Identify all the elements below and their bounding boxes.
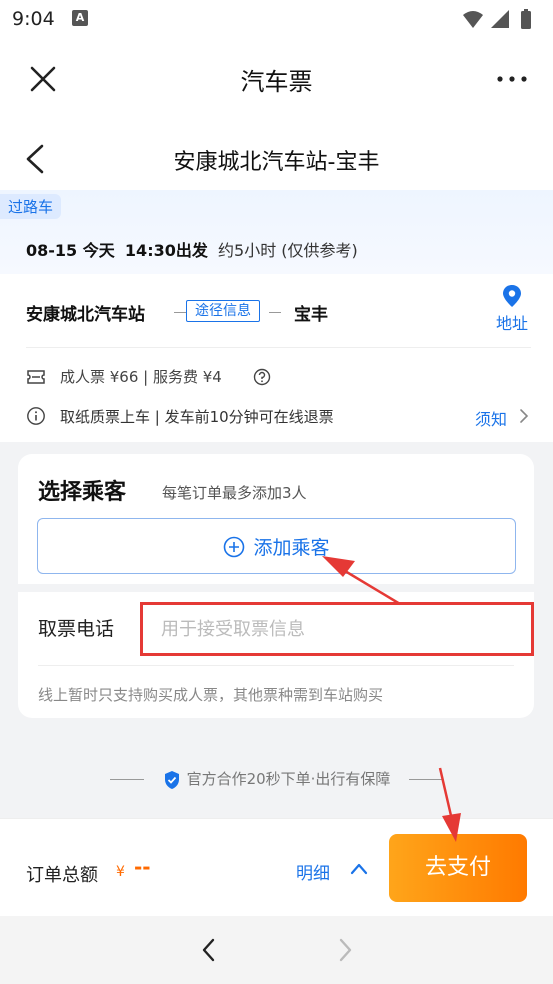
trip-info-card: 过路车 08-15 今天 14:30出发 约5小时 (仅供参考) 安康城北汽车站…: [0, 190, 553, 442]
order-detail-link[interactable]: 明细: [296, 859, 330, 884]
pay-button[interactable]: 去支付: [389, 834, 527, 902]
adult-ticket-footnote: 线上暂时只支持购买成人票，其他票种需到车站购买: [38, 686, 384, 704]
app-header: 汽车票: [0, 40, 553, 118]
passenger-card: 选择乘客 每笔订单最多添加3人 添加乘客 取票电话 线上暂时只支持购买成人票，其…: [18, 454, 534, 718]
trip-duration: 约5小时 (仅供参考): [218, 241, 358, 260]
status-bar: 9:04 A: [0, 0, 553, 40]
price-row: 成人票 ¥66 | 服务费 ¥4: [26, 366, 531, 390]
order-total-value: --: [134, 855, 151, 879]
currency-symbol: ¥: [116, 864, 125, 880]
address-button[interactable]: 地址: [493, 284, 531, 334]
departure-line: 08-15 今天 14:30出发 约5小时 (仅供参考): [26, 237, 358, 261]
ticket-icon: [27, 370, 45, 384]
route-info-button[interactable]: 途径信息: [186, 300, 260, 322]
phone-label: 取票电话: [38, 618, 115, 640]
guarantee-text: 官方合作20秒下单·出行有保障: [186, 770, 391, 788]
guarantee-left-rule: [109, 779, 144, 780]
phone-input[interactable]: [143, 605, 531, 653]
nav-back-icon[interactable]: [196, 936, 222, 964]
notice-link[interactable]: 须知: [475, 406, 507, 430]
select-passenger-title: 选择乘客: [38, 480, 127, 505]
info-icon: [27, 407, 45, 425]
more-options-icon[interactable]: [495, 62, 529, 96]
origin-station: 安康城北汽车站: [26, 305, 145, 325]
notice-text: 取纸质票上车 | 发车前10分钟可在线退票: [60, 408, 334, 426]
plus-circle-icon: [224, 536, 245, 557]
status-time: 9:04: [12, 8, 55, 30]
order-bar: 订单总额 ¥ -- 明细 去支付: [0, 818, 553, 916]
shield-check-icon: [164, 770, 179, 789]
guarantee-line: 官方合作20秒下单·出行有保障: [0, 768, 553, 792]
route-connector: [269, 312, 281, 313]
route-connector: [174, 312, 186, 313]
route-header: 安康城北汽车站-宝丰: [0, 118, 553, 196]
phone-input-highlight: [140, 602, 534, 656]
station-row: 安康城北汽车站 途径信息 宝丰 地址: [26, 285, 531, 348]
nav-forward-icon[interactable]: [332, 936, 358, 964]
notification-icon: A: [72, 10, 88, 26]
field-separator: [38, 665, 514, 666]
guarantee-right-rule: [409, 779, 444, 780]
trip-time-band: 过路车 08-15 今天 14:30出发 约5小时 (仅供参考): [0, 190, 553, 274]
section-divider: [18, 584, 534, 592]
system-nav-bar: [0, 916, 553, 984]
app-title: 汽车票: [240, 68, 313, 96]
destination-station: 宝丰: [294, 305, 328, 325]
location-pin-icon: [503, 285, 521, 307]
add-passenger-button[interactable]: 添加乘客: [37, 518, 516, 574]
add-passenger-label: 添加乘客: [253, 537, 330, 559]
notice-row[interactable]: 取纸质票上车 | 发车前10分钟可在线退票 须知: [26, 404, 531, 430]
order-total-label: 订单总额: [26, 865, 98, 886]
chevron-up-icon[interactable]: [348, 859, 370, 879]
route-title: 安康城北汽车站-宝丰: [173, 150, 380, 175]
passing-bus-tag: 过路车: [0, 194, 62, 219]
chevron-right-icon: [520, 409, 529, 423]
signal-wifi-battery-icons: [463, 9, 531, 29]
departure-time: 14:30出发: [124, 241, 208, 260]
help-circle-icon[interactable]: [253, 368, 271, 386]
address-label: 地址: [495, 314, 528, 333]
price-text: 成人票 ¥66 | 服务费 ¥4: [60, 368, 222, 386]
passenger-limit-hint: 每笔订单最多添加3人: [162, 484, 307, 502]
departure-date: 08-15 今天: [26, 241, 115, 260]
